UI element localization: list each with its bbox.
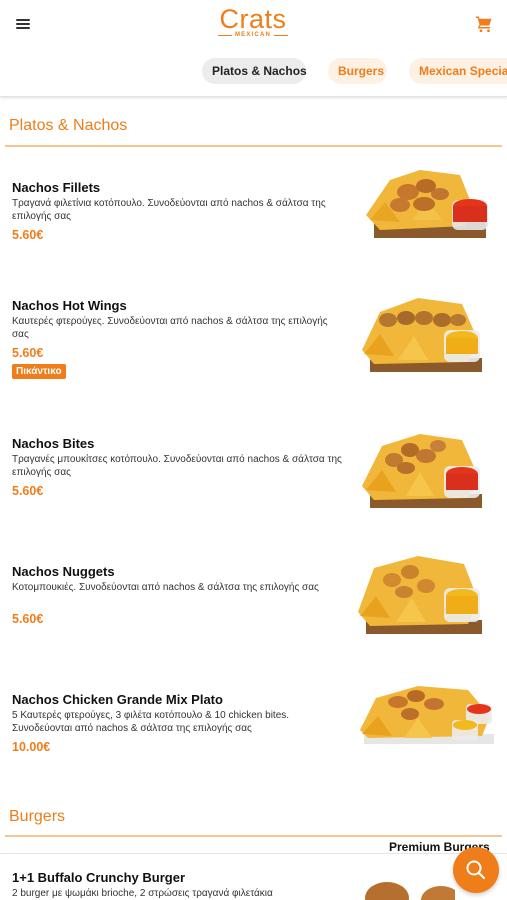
menu-item-nachos-nuggets[interactable]: Nachos Nuggets Κοτομπουκιές. Συνοδεύοντα… <box>0 556 507 649</box>
brand-logo[interactable]: Crats MEXICAN <box>210 4 296 44</box>
tab-burgers[interactable]: Burgers <box>328 58 387 84</box>
tab-platos-nachos[interactable]: Platos & Nachos <box>202 58 307 84</box>
nachos-grande-mix-photo <box>360 686 494 744</box>
item-name: Nachos Hot Wings <box>12 298 127 313</box>
section-title-platos: Platos & Nachos <box>9 117 128 134</box>
item-description: 5 Καυτερές φτερούγες, 3 φιλέτα κοτόπουλο… <box>12 710 290 734</box>
hamburger-icon[interactable] <box>14 16 34 32</box>
item-description: Τραγανές μπουκίτσες κοτόπουλο. Συνοδεύον… <box>12 454 342 478</box>
nachos-fillets-photo <box>366 170 488 238</box>
menu-item-nachos-hot-wings[interactable]: Nachos Hot Wings Καυτερές φτερούγες. Συν… <box>0 298 507 393</box>
menu-item-nachos-fillets[interactable]: Nachos Fillets Τραγανά φιλετίνια κοτόπου… <box>0 170 507 270</box>
search-button[interactable] <box>453 847 499 893</box>
item-description: Καυτερές φτερούγες. Συνοδεύονται από nac… <box>12 316 328 340</box>
category-tabs: Platos & Nachos Burgers Mexican Special <box>0 58 507 84</box>
nachos-hot-wings-photo <box>362 298 482 372</box>
menu-item-nachos-grande-mix[interactable]: Nachos Chicken Grande Mix Plato 5 Καυτερ… <box>0 686 507 777</box>
item-price: 5.60€ <box>12 612 44 626</box>
search-icon <box>466 860 486 880</box>
buffalo-burger-photo <box>365 882 455 900</box>
tab-mexican-special[interactable]: Mexican Special <box>409 58 507 84</box>
item-price: 10.00€ <box>12 740 51 754</box>
item-name: Nachos Fillets <box>12 180 101 195</box>
nachos-bites-photo <box>362 434 482 508</box>
item-name: Nachos Bites <box>12 436 95 451</box>
item-description: 2 burger με ψωμάκι brioche, 2 στρώσεις τ… <box>12 888 273 899</box>
brand-name: Crats <box>219 4 287 34</box>
item-description: Τραγανά φιλετίνια κοτόπουλο. Συνοδεύοντα… <box>12 198 326 222</box>
item-price: 5.60€ <box>12 346 44 360</box>
section-divider <box>5 835 502 837</box>
top-header: Crats MEXICAN Platos & Nachos Burgers Me… <box>0 0 507 97</box>
nachos-nuggets-photo <box>358 556 482 634</box>
menu-item-nachos-bites[interactable]: Nachos Bites Τραγανές μπουκίτσες κοτόπου… <box>0 434 507 521</box>
item-name: Nachos Nuggets <box>12 564 115 579</box>
item-name: Nachos Chicken Grande Mix Plato <box>12 692 223 707</box>
section-title-burgers: Burgers <box>9 808 66 825</box>
item-name: 1+1 Buffalo Crunchy Burger <box>12 870 186 885</box>
spicy-badge: Πικάντικο <box>12 364 66 379</box>
item-price: 5.60€ <box>12 484 44 498</box>
brand-subtitle: MEXICAN <box>210 32 296 38</box>
item-price: 5.60€ <box>12 228 44 242</box>
menu-item-buffalo-burger[interactable]: 1+1 Buffalo Crunchy Burger 2 burger με ψ… <box>0 870 507 900</box>
item-description: Κοτομπουκιές. Συνοδεύονται από nachos & … <box>12 582 319 593</box>
cart-icon[interactable] <box>475 15 493 33</box>
section-divider <box>5 145 502 147</box>
